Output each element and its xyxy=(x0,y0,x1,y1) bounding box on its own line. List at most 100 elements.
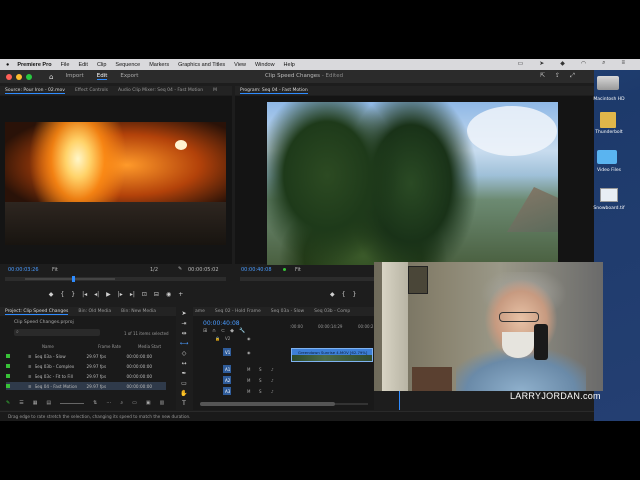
home-icon[interactable]: ⌂ xyxy=(49,73,53,81)
find-icon[interactable]: ⌕ xyxy=(120,400,123,406)
source-fit-select[interactable]: Fit xyxy=(52,267,58,273)
menu-window[interactable]: Window xyxy=(255,62,275,68)
cursor-icon[interactable]: ➤ xyxy=(539,60,544,67)
track-select-tool-icon[interactable]: ⇥ xyxy=(181,320,186,327)
mute-icon[interactable]: M xyxy=(247,367,250,372)
sort-icon[interactable]: ⇅ xyxy=(93,400,97,406)
pencil-icon[interactable]: ✎ xyxy=(6,400,10,406)
source-scale-select[interactable]: 1/2 xyxy=(150,267,158,273)
thunderbolt-drive-icon[interactable] xyxy=(600,112,616,128)
menu-sequence[interactable]: Sequence xyxy=(115,62,140,68)
marker-icon[interactable]: ◆ xyxy=(49,291,54,298)
step-back-icon[interactable]: ◂| xyxy=(94,291,99,298)
tab-program[interactable]: Program: Seq 04 - Fast Motion xyxy=(240,88,308,94)
program-mark-out-icon[interactable]: } xyxy=(352,291,356,298)
automate-icon[interactable]: ⋯ xyxy=(106,400,111,406)
list-item[interactable]: ≡ Seq 03a - Slow 29.97 fps 00:00:00:00 xyxy=(6,352,166,360)
menu-markers[interactable]: Markers xyxy=(149,62,169,68)
new-bin-icon[interactable]: ▭ xyxy=(132,400,137,406)
wifi-icon[interactable]: ◠ xyxy=(581,60,586,67)
video-files-folder-icon[interactable] xyxy=(597,150,617,164)
step-forward-icon[interactable]: |▸ xyxy=(118,291,123,298)
solo-icon[interactable]: S xyxy=(259,389,262,394)
camera-icon[interactable]: ▭ xyxy=(518,60,524,67)
column-media-start[interactable]: Media Start xyxy=(138,344,161,349)
export-frame-icon[interactable]: ◉ xyxy=(166,291,171,298)
go-to-out-icon[interactable]: ▸| xyxy=(130,291,135,298)
tab-effect-controls[interactable]: Effect Controls xyxy=(75,88,108,93)
go-to-in-icon[interactable]: |◂ xyxy=(82,291,87,298)
slip-tool-icon[interactable]: ↔ xyxy=(181,360,186,367)
rate-stretch-tool-icon[interactable]: ⟷ xyxy=(180,340,189,347)
source-timecode[interactable]: 00:00:03:26 xyxy=(8,267,39,273)
track-a1[interactable]: A1 M S ♪ xyxy=(215,365,287,375)
track-a2[interactable]: A2 M S ♪ xyxy=(215,376,287,386)
menu-clip[interactable]: Clip xyxy=(97,62,106,68)
selection-tool-icon[interactable]: ➤ xyxy=(181,310,186,317)
menu-graphics[interactable]: Graphics and Titles xyxy=(178,62,225,68)
menu-view[interactable]: View xyxy=(234,62,246,68)
tab-edit[interactable]: Edit xyxy=(96,73,108,80)
zoom-slider[interactable] xyxy=(60,400,85,404)
tab-timeline-partial[interactable]: ame xyxy=(195,309,205,314)
timeline-scrollbar[interactable] xyxy=(200,402,368,406)
column-frame-rate[interactable]: Frame Rate xyxy=(98,344,121,349)
program-scrub-bar[interactable] xyxy=(240,277,375,281)
tab-audio-clip-mixer[interactable]: Audio Clip Mixer: Seq 04 - Fast Motion xyxy=(118,88,203,93)
list-item[interactable]: ≡ Seq 03c - Fit to Fill 29.97 fps 00:00:… xyxy=(6,372,166,380)
icon-view-icon[interactable]: ▦ xyxy=(33,400,38,406)
tab-import[interactable]: Import xyxy=(65,73,83,80)
track-v1[interactable]: V1 ◉ xyxy=(215,347,287,361)
tab-project[interactable]: Project: Clip Speed Changes xyxy=(5,309,69,315)
menu-app[interactable]: Premiere Pro xyxy=(17,62,51,68)
share-icon[interactable]: ⇪ xyxy=(555,72,560,80)
menu-help[interactable]: Help xyxy=(284,62,295,68)
program-video-frame[interactable] xyxy=(267,102,558,265)
timeline-ruler[interactable]: :00:00 00:00:14:29 00:00:2 xyxy=(290,320,374,334)
tab-source[interactable]: Source: Pour Iron - 02.mov xyxy=(5,88,65,94)
tab-export[interactable]: Export xyxy=(120,73,138,80)
apple-icon[interactable]: ● xyxy=(6,62,9,68)
pen-tool-icon[interactable]: ✒ xyxy=(181,370,186,377)
rectangle-tool-icon[interactable]: ▭ xyxy=(181,380,187,387)
menu-edit[interactable]: Edit xyxy=(78,62,87,68)
overwrite-icon[interactable]: ⊟ xyxy=(154,291,159,298)
ripple-edit-tool-icon[interactable]: ⇹ xyxy=(181,330,186,337)
list-view-icon[interactable]: ☰ xyxy=(19,400,23,406)
fullscreen-icon[interactable]: ⤢ xyxy=(570,72,575,80)
mark-in-icon[interactable]: { xyxy=(60,291,64,298)
program-fit-select[interactable]: Fit xyxy=(295,267,301,273)
minimize-window-button[interactable] xyxy=(16,73,22,80)
mic-icon[interactable]: ♪ xyxy=(271,367,274,372)
wrench-icon[interactable]: ✎ xyxy=(178,266,182,272)
tab-bin-new-media[interactable]: Bin: New Media xyxy=(121,309,156,314)
tab-bin-old-media[interactable]: Bin: Old Media xyxy=(78,309,111,314)
timeline-timecode[interactable]: 00:00:40:08 xyxy=(203,320,240,327)
add-button-icon[interactable]: + xyxy=(178,291,183,298)
program-timecode[interactable]: 00:00:40:08 xyxy=(241,267,272,273)
menu-file[interactable]: File xyxy=(61,62,70,68)
new-item-icon[interactable]: ▣ xyxy=(146,400,151,406)
tab-seq-03a[interactable]: Seq 03a - Slow xyxy=(271,309,304,314)
quick-export-icon[interactable]: ⇱ xyxy=(540,72,545,80)
solo-icon[interactable]: S xyxy=(259,378,262,383)
source-video-frame[interactable] xyxy=(5,122,226,245)
tab-seq-02[interactable]: Seq 02 - Hold Frame xyxy=(215,309,261,314)
freeform-view-icon[interactable]: ▤ xyxy=(46,400,51,406)
mic-icon[interactable]: ♪ xyxy=(271,389,274,394)
nest-icon[interactable]: ⊞ xyxy=(203,328,207,334)
razor-tool-icon[interactable]: ◇ xyxy=(182,350,187,357)
track-lock-icon[interactable]: 🔒 xyxy=(215,336,220,341)
list-item[interactable]: ≡ Seq 03b - Complex 29.97 fps 00:00:00:0… xyxy=(6,362,166,370)
timeline-clip[interactable]: Greendown Sunrise 4.MOV [62.79%] xyxy=(291,348,373,362)
dropbox-icon[interactable]: ◆ xyxy=(560,60,565,67)
tab-seq-03b[interactable]: Seq 03b - Comp xyxy=(314,309,350,314)
mute-icon[interactable]: M xyxy=(247,378,250,383)
macintosh-hd-icon[interactable] xyxy=(597,76,619,90)
solo-icon[interactable]: S xyxy=(259,367,262,372)
control-center-icon[interactable]: ≡ xyxy=(621,60,625,67)
program-mark-in-icon[interactable]: { xyxy=(342,291,346,298)
search-icon[interactable]: ⌕ xyxy=(602,60,605,67)
play-icon[interactable]: ▶ xyxy=(106,291,111,298)
mute-icon[interactable]: M xyxy=(247,389,250,394)
